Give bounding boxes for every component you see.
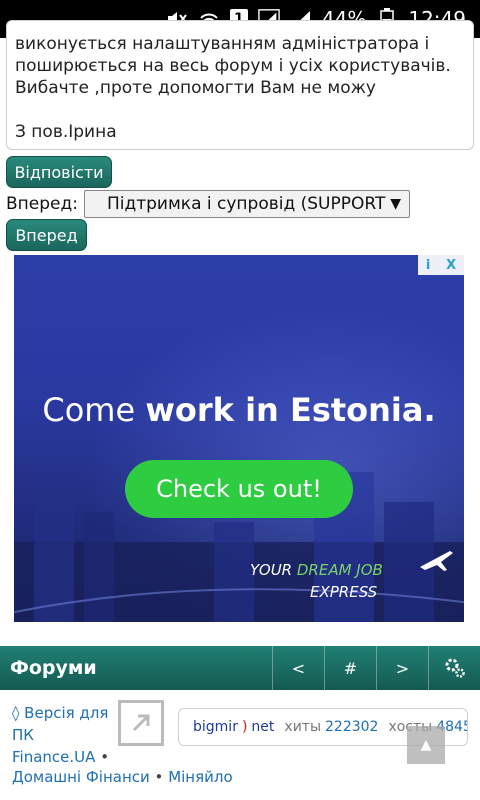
dropdown-arrow-icon: ▼ bbox=[390, 196, 401, 212]
forum-navbar: Форуми < # > bbox=[0, 646, 480, 690]
forum-title[interactable]: Форуми bbox=[0, 657, 272, 679]
prev-page-button[interactable]: < bbox=[272, 646, 324, 690]
ad-banner[interactable]: Come work in Estonia. Check us out! YOUR… bbox=[14, 255, 464, 622]
footer-links-row2: Домашні Фінанси • Міняйло bbox=[12, 768, 233, 786]
ad-headline: Come work in Estonia. bbox=[42, 391, 436, 429]
ad-close-icon[interactable]: X bbox=[446, 258, 456, 273]
ad-info-controls: i X bbox=[418, 255, 464, 275]
settings-button[interactable] bbox=[428, 646, 480, 690]
next-page-button[interactable]: > bbox=[376, 646, 428, 690]
ad-info-icon[interactable]: i bbox=[426, 258, 430, 273]
airplane-icon bbox=[420, 551, 453, 571]
arrow-up-icon: ▲ bbox=[420, 737, 432, 753]
minyailo-link[interactable]: Міняйло bbox=[168, 768, 232, 786]
ad-cta-button[interactable]: Check us out! bbox=[125, 460, 353, 518]
message-box: виконується налаштуванням адміністратора… bbox=[6, 20, 474, 150]
finance-ua-link[interactable]: Finance.UA bbox=[12, 748, 95, 766]
external-link-icon[interactable] bbox=[118, 700, 164, 746]
forum-select[interactable]: Підтримка і супровід (SUPPORT) ▼ bbox=[83, 190, 410, 218]
forward-button[interactable]: Вперед bbox=[6, 219, 87, 251]
page-number-button[interactable]: # bbox=[324, 646, 376, 690]
message-text: виконується налаштуванням адміністратора… bbox=[15, 34, 451, 142]
forward-row: Вперед: Підтримка і супровід (SUPPORT) ▼ bbox=[6, 190, 410, 218]
desktop-version-link[interactable]: ◊ Версія для ПК bbox=[12, 702, 112, 746]
ad-brand-line2: EXPRESS bbox=[310, 583, 378, 601]
forward-label: Вперед: bbox=[6, 194, 78, 214]
gear-icon bbox=[445, 658, 465, 678]
forum-select-value: Підтримка і супровід (SUPPORT) bbox=[106, 194, 387, 214]
ad-brand-line1: YOUR DREAM JOB bbox=[250, 561, 383, 579]
scroll-to-top-button[interactable]: ▲ bbox=[407, 726, 445, 764]
reply-button[interactable]: Відповісти bbox=[6, 156, 112, 188]
home-finance-link[interactable]: Домашні Фінанси bbox=[12, 768, 150, 786]
footer-links: ◊ Версія для ПК Finance.UA • bbox=[12, 702, 112, 768]
